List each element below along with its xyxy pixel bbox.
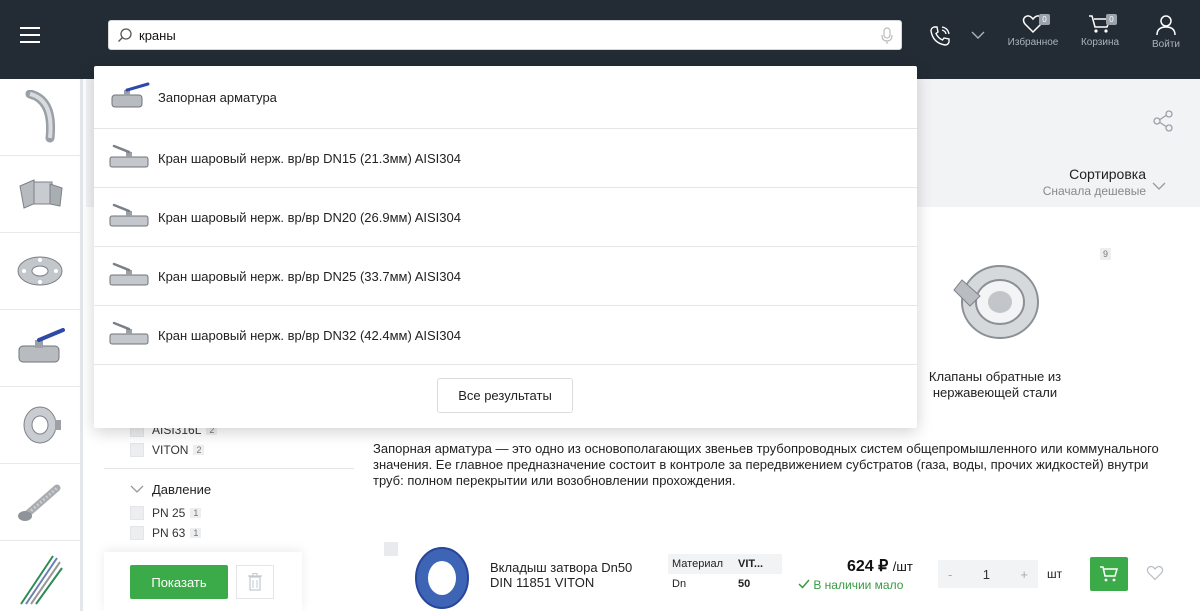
filters-panel: AISI316L 2 VITON 2 Давление PN 25 1 PN 6… xyxy=(104,420,354,543)
suggestion-item[interactable]: Запорная арматура xyxy=(94,66,917,129)
search-bar[interactable] xyxy=(108,20,902,50)
ball-valve-icon xyxy=(104,256,156,296)
filter-group-header[interactable]: Давление xyxy=(130,479,354,499)
ball-valve-icon xyxy=(104,77,156,117)
chevron-down-icon[interactable] xyxy=(970,30,986,40)
category-bolt[interactable] xyxy=(0,464,80,541)
cart-label: Корзина xyxy=(1080,37,1120,48)
check-valve-icon xyxy=(953,265,1039,339)
category-description: Запорная арматура — это одно из основопо… xyxy=(373,441,1159,488)
category-electrodes[interactable] xyxy=(0,541,80,611)
category-card-check-valves[interactable]: Клапаны обратные из нержавеющей стали xyxy=(920,250,1070,401)
share-icon[interactable] xyxy=(1152,110,1174,132)
product-price: 624 ₽ /шт xyxy=(847,558,913,575)
filter-group-pressure: Давление PN 25 1 PN 63 1 xyxy=(104,468,354,543)
favorites-label: Избранное xyxy=(1007,37,1059,48)
ball-valve-icon xyxy=(18,328,65,363)
cart-button[interactable]: 0 Корзина xyxy=(1070,14,1130,64)
search-suggestions-dropdown: Запорная арматура Кран шаровый нерж. вр/… xyxy=(94,66,917,428)
category-count-badge: 9 xyxy=(1100,248,1112,260)
sort-title: Сортировка xyxy=(1069,166,1146,182)
clamp-fitting-icon xyxy=(23,406,61,444)
suggestion-item[interactable]: Кран шаровый нерж. вр/вр DN15 (21.3мм) A… xyxy=(94,129,917,188)
ball-valve-icon xyxy=(104,138,156,178)
login-label: Войти xyxy=(1152,39,1180,50)
suggestion-item[interactable]: Кран шаровый нерж. вр/вр DN25 (33.7мм) A… xyxy=(94,247,917,306)
cart-icon xyxy=(1100,566,1118,582)
filter-option[interactable]: VITON 2 xyxy=(130,440,354,460)
menu-icon[interactable] xyxy=(20,27,40,43)
pipe-union-icon xyxy=(19,179,63,209)
suggestion-item[interactable]: Кран шаровый нерж. вр/вр DN32 (42.4мм) A… xyxy=(94,306,917,365)
microphone-icon[interactable] xyxy=(881,27,893,45)
checkbox[interactable] xyxy=(130,506,144,520)
increment-button[interactable]: + xyxy=(1020,567,1028,582)
product-specs: Материал VIT... Dn 50 xyxy=(668,554,782,594)
bolt-icon xyxy=(18,484,61,521)
search-icon xyxy=(118,28,132,42)
category-sidebar xyxy=(0,79,83,611)
suggestion-label: Кран шаровый нерж. вр/вр DN25 (33.7мм) A… xyxy=(158,268,461,284)
suggestion-label: Кран шаровый нерж. вр/вр DN32 (42.4мм) A… xyxy=(158,327,461,343)
product-row: Вкладыш затвора Dn50 DIN 11851 VITON Мат… xyxy=(384,540,1184,610)
filter-option[interactable]: PN 25 1 xyxy=(130,503,354,523)
sort-dropdown[interactable]: Сортировка Сначала дешевые xyxy=(1000,166,1180,198)
user-icon xyxy=(1156,15,1176,36)
suggestion-label: Кран шаровый нерж. вр/вр DN20 (26.9мм) A… xyxy=(158,209,461,225)
category-flange[interactable] xyxy=(0,233,80,310)
filter-actions-bar: Показать xyxy=(104,552,302,611)
flange-icon xyxy=(17,256,63,286)
login-button[interactable]: Войти xyxy=(1136,14,1196,64)
filter-option[interactable]: PN 63 1 xyxy=(130,523,354,543)
reset-filters-button[interactable] xyxy=(236,565,274,599)
check-icon xyxy=(798,579,810,589)
decrement-button[interactable]: - xyxy=(948,567,952,582)
favorites-button[interactable]: 0 Избранное xyxy=(1003,14,1063,64)
category-card-name: Клапаны обратные из нержавеющей стали xyxy=(928,369,1062,400)
suggestion-label: Кран шаровый нерж. вр/вр DN15 (21.3мм) A… xyxy=(158,150,461,166)
cart-count-badge: 0 xyxy=(1106,14,1117,25)
search-input[interactable] xyxy=(139,25,859,45)
welding-rods-icon xyxy=(20,554,63,605)
stock-status: В наличии мало xyxy=(798,578,903,592)
quantity-stepper[interactable]: - 1 + xyxy=(938,560,1038,588)
ball-valve-icon xyxy=(104,197,156,237)
checkbox[interactable] xyxy=(130,526,144,540)
ball-valve-icon xyxy=(104,315,156,355)
quantity-unit: шт xyxy=(1047,567,1063,581)
checkbox[interactable] xyxy=(130,443,144,457)
quantity-value[interactable]: 1 xyxy=(983,567,990,582)
trash-icon xyxy=(248,573,262,591)
compare-checkbox[interactable] xyxy=(384,542,398,556)
gasket-insert-icon[interactable] xyxy=(410,540,474,610)
suggestion-label: Запорная арматура xyxy=(158,89,277,105)
chevron-down-icon xyxy=(1152,182,1166,190)
favorites-count-badge: 0 xyxy=(1039,14,1050,25)
category-union[interactable] xyxy=(0,156,80,233)
show-results-button[interactable]: Показать xyxy=(130,565,228,599)
category-elbow[interactable] xyxy=(0,79,80,156)
category-clamp[interactable] xyxy=(0,387,80,464)
phone-icon[interactable] xyxy=(928,24,952,48)
suggestion-item[interactable]: Кран шаровый нерж. вр/вр DN20 (26.9мм) A… xyxy=(94,188,917,247)
add-to-cart-button[interactable] xyxy=(1090,557,1128,591)
product-name[interactable]: Вкладыш затвора Dn50 DIN 11851 VITON xyxy=(490,560,650,590)
heart-icon[interactable] xyxy=(1146,565,1164,581)
all-results-button[interactable]: Все результаты xyxy=(437,378,573,413)
elbow-pipe-icon xyxy=(25,90,56,143)
category-ball-valve[interactable] xyxy=(0,310,80,387)
chevron-down-icon xyxy=(130,485,144,493)
